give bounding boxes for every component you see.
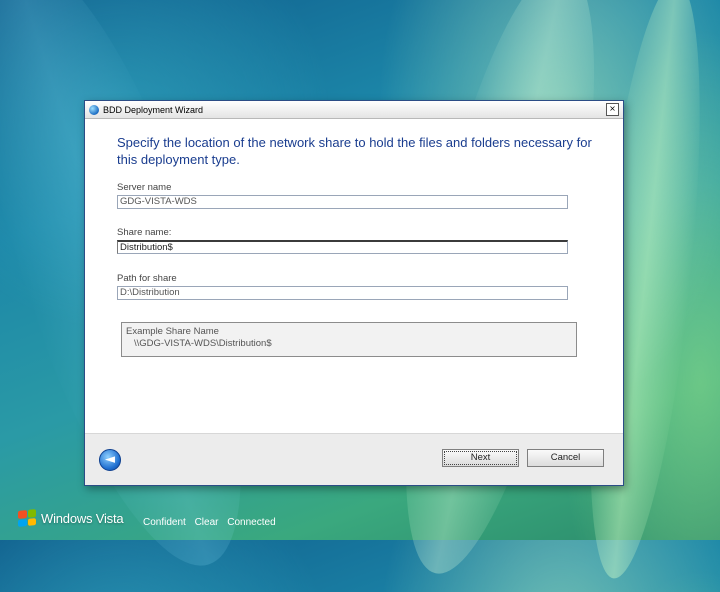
windows-vista-logo: Windows Vista: [18, 509, 124, 527]
example-value: \\GDG-VISTA-WDS\Distribution$: [134, 338, 272, 349]
app-globe-icon: [89, 104, 99, 115]
cancel-button[interactable]: Cancel: [527, 449, 604, 467]
share-path-label: Path for share: [117, 273, 177, 284]
title-bar[interactable]: BDD Deployment Wizard ×: [85, 101, 623, 119]
wizard-footer: ◄ Next Cancel: [85, 433, 623, 485]
next-button[interactable]: Next: [442, 449, 519, 467]
server-name-field[interactable]: GDG-VISTA-WDS: [117, 195, 568, 209]
back-arrow-icon[interactable]: ◄: [99, 449, 121, 471]
example-box: Example Share Name \\GDG-VISTA-WDS\Distr…: [121, 322, 577, 357]
page-heading: Specify the location of the network shar…: [117, 135, 592, 167]
brand-tagline: Confident Clear Connected: [143, 517, 276, 528]
cancel-button-label: Cancel: [550, 452, 581, 463]
wizard-window: BDD Deployment Wizard × Specify the loca…: [84, 100, 624, 486]
close-button[interactable]: ×: [606, 103, 619, 116]
share-name-field[interactable]: Distribution$: [117, 240, 568, 254]
share-name-label: Share name:: [117, 227, 172, 238]
windows-flag-icon: [18, 509, 36, 527]
next-button-label: Next: [444, 451, 517, 465]
example-title: Example Share Name: [126, 326, 219, 337]
share-path-field[interactable]: D:\Distribution: [117, 286, 568, 300]
server-name-label: Server name: [117, 182, 172, 193]
window-title: BDD Deployment Wizard: [103, 104, 204, 115]
brand-name: Windows Vista: [41, 510, 124, 526]
